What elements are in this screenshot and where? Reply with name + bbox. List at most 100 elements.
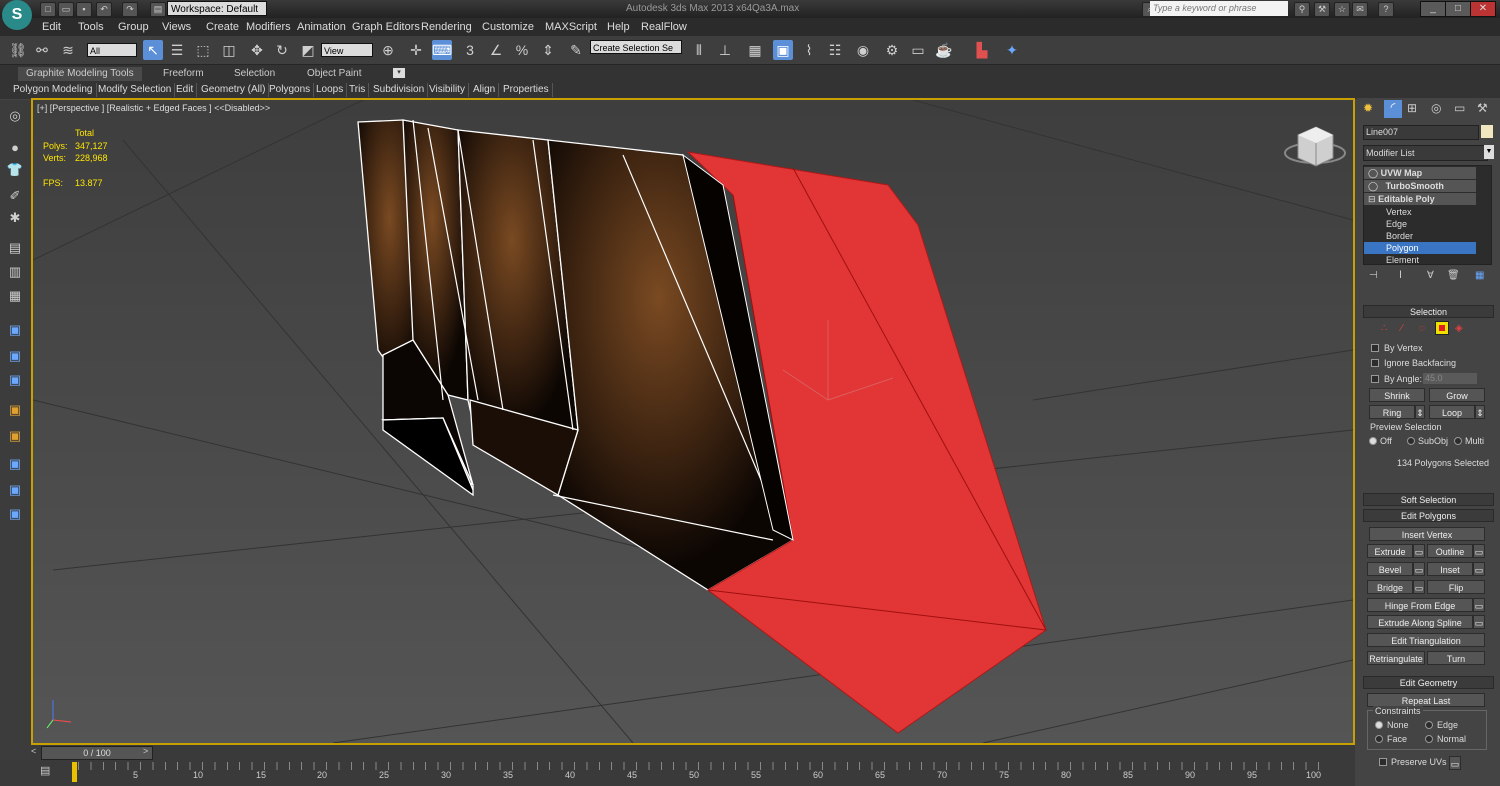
preserve-uvs-checkbox[interactable] (1379, 758, 1387, 766)
show-end-result-icon[interactable]: Ⅰ (1399, 270, 1402, 281)
select-by-name-icon[interactable]: ☰ (167, 40, 187, 60)
track-bar-icon[interactable]: ▤ (40, 764, 50, 777)
retriangulate-button[interactable]: Retriangulate (1367, 651, 1425, 665)
sd-tool-icon[interactable]: ▣ (5, 320, 25, 340)
script-run-icon[interactable]: ▥ (5, 262, 25, 282)
menu-animation[interactable]: Animation (297, 21, 346, 33)
align-icon[interactable]: ⊥ (715, 40, 735, 60)
hierarchy-tab-icon[interactable]: ⊞ (1407, 101, 1417, 115)
panel-polygons[interactable]: Polygons (266, 83, 315, 97)
preview-multi-radio[interactable] (1454, 437, 1462, 445)
tab-selection[interactable]: Selection (226, 67, 283, 81)
menu-realflow[interactable]: RealFlow (641, 21, 687, 33)
link-icon[interactable]: ⛓ (8, 40, 28, 60)
object-name-field[interactable]: Line007 (1363, 125, 1479, 140)
element-mode-icon[interactable]: ◈ (1455, 323, 1463, 334)
snowflake-icon[interactable]: ✱ (5, 208, 25, 228)
preview-off-radio[interactable] (1369, 437, 1377, 445)
flip-button[interactable]: Flip (1427, 580, 1485, 594)
bind-space-warp-icon[interactable]: ≋ (58, 40, 78, 60)
panel-edit[interactable]: Edit (173, 83, 198, 97)
menu-group[interactable]: Group (118, 21, 149, 33)
undo-icon[interactable]: ↶ (96, 2, 112, 17)
panel-loops[interactable]: Loops (313, 83, 348, 97)
bin-tool-3-icon[interactable]: ▣ (5, 454, 25, 474)
edit-triangulation-button[interactable]: Edit Triangulation (1367, 633, 1485, 647)
open-file-icon[interactable]: ▭ (58, 2, 74, 17)
extrude-settings-icon[interactable]: ▭ (1413, 544, 1425, 558)
utilities-tab-icon[interactable]: ⚒ (1477, 101, 1488, 115)
layer-manager-icon[interactable]: ▦ (745, 40, 765, 60)
pin-stack-icon[interactable]: ⊣ (1369, 270, 1378, 281)
bin-tool-4-icon[interactable]: ▣ (5, 480, 25, 500)
hinge-from-edge-button[interactable]: Hinge From Edge (1367, 598, 1473, 612)
script-edit-icon[interactable]: ▦ (5, 286, 25, 306)
container-icon[interactable]: ◎ (5, 106, 25, 126)
ring-spinner[interactable]: ⇕ (1415, 405, 1425, 419)
window-crossing-icon[interactable]: ◫ (219, 40, 239, 60)
menu-customize[interactable]: Customize (482, 21, 534, 33)
keyboard-shortcut-override-icon[interactable]: ⌨ (432, 40, 452, 60)
render-setup-icon[interactable]: ⚙ (882, 40, 902, 60)
ribbon-options-icon[interactable]: ▾ (393, 68, 405, 78)
material-editor-icon[interactable]: ◉ (853, 40, 873, 60)
timeline-ruler[interactable]: ▤ 5 10 15 20 25 30 35 40 45 50 55 60 65 … (0, 760, 1355, 786)
stack-item-border[interactable]: Border (1364, 230, 1476, 242)
viewport-label[interactable]: [+] [Perspective ] [Realistic + Edged Fa… (37, 103, 270, 113)
menu-graph-editors[interactable]: Graph Editors (352, 21, 420, 33)
extrude-button[interactable]: Extrude (1367, 544, 1413, 558)
select-object-icon[interactable]: ↖ (143, 40, 163, 60)
selection-filter-dropdown[interactable]: All (87, 43, 137, 57)
inset-settings-icon[interactable]: ▭ (1473, 562, 1485, 576)
stack-item-polygon[interactable]: Polygon (1364, 242, 1476, 254)
manipulate-icon[interactable]: ✛ (406, 40, 426, 60)
stack-item-edge[interactable]: Edge (1364, 218, 1476, 230)
binoculars-search-icon[interactable]: ⚲ (1294, 2, 1310, 17)
bevel-button[interactable]: Bevel (1367, 562, 1413, 576)
time-marker[interactable] (72, 762, 77, 782)
by-vertex-checkbox[interactable] (1371, 344, 1379, 352)
mirror-icon[interactable]: ⫴ (689, 40, 709, 60)
edit-named-selection-icon[interactable]: ✎ (566, 40, 586, 60)
turn-button[interactable]: Turn (1427, 651, 1485, 665)
edge-mode-icon[interactable]: ⁄ (1401, 323, 1403, 334)
constraint-edge-radio[interactable] (1425, 721, 1433, 729)
display-tab-icon[interactable]: ▭ (1454, 101, 1465, 115)
scale-icon[interactable]: ◩ (298, 40, 318, 60)
menu-rendering[interactable]: Rendering (421, 21, 472, 33)
sd-tool-3-icon[interactable]: ▣ (5, 370, 25, 390)
sd-tool-2-icon[interactable]: ▣ (5, 346, 25, 366)
render-teapot-icon[interactable]: ☕ (934, 40, 954, 60)
stack-item-element[interactable]: Element (1364, 254, 1476, 264)
insert-vertex-button[interactable]: Insert Vertex (1369, 527, 1485, 541)
modify-tab-icon[interactable]: ◜ (1384, 100, 1402, 118)
panel-tris[interactable]: Tris (346, 83, 370, 97)
sphere-icon[interactable]: ● (5, 138, 25, 158)
search-input[interactable]: Type a keyword or phrase (1150, 1, 1288, 16)
outline-button[interactable]: Outline (1427, 544, 1473, 558)
bin-tool-icon[interactable]: ▣ (5, 400, 25, 420)
stack-item-editable-poly[interactable]: ⊟ Editable Poly (1364, 193, 1476, 205)
reference-coordinate-dropdown[interactable]: View (321, 43, 373, 57)
inset-button[interactable]: Inset (1427, 562, 1473, 576)
panel-polygon-modeling[interactable]: Polygon Modeling (10, 83, 97, 97)
ignore-backfacing-checkbox[interactable] (1371, 359, 1379, 367)
bin-tool-5-icon[interactable]: ▣ (5, 504, 25, 524)
menu-maxscript[interactable]: MAXScript (545, 21, 597, 33)
extrude-spline-settings-icon[interactable]: ▭ (1473, 615, 1485, 629)
time-slider[interactable]: 0 / 100 (41, 746, 153, 760)
shirt-icon[interactable]: 👕 (5, 160, 25, 180)
spinner-snap-icon[interactable]: ⇕ (538, 40, 558, 60)
redo-icon[interactable]: ↷ (122, 2, 138, 17)
stack-item-uvw-map[interactable]: ◯ UVW Map (1364, 167, 1476, 179)
panel-subdivision[interactable]: Subdivision (370, 83, 429, 97)
next-frame-icon[interactable]: > (143, 746, 151, 756)
angle-snap-icon[interactable]: ∠ (486, 40, 506, 60)
graphite-toggle-icon[interactable]: ▣ (773, 40, 793, 60)
particle-icon[interactable]: ✦ (1002, 40, 1022, 60)
move-icon[interactable]: ✥ (247, 40, 267, 60)
menu-help[interactable]: Help (607, 21, 630, 33)
lightbulb-icon[interactable]: ◯ (1368, 181, 1378, 191)
motion-tab-icon[interactable]: ◎ (1431, 101, 1441, 115)
lightbulb-icon[interactable]: ◯ (1368, 168, 1378, 178)
